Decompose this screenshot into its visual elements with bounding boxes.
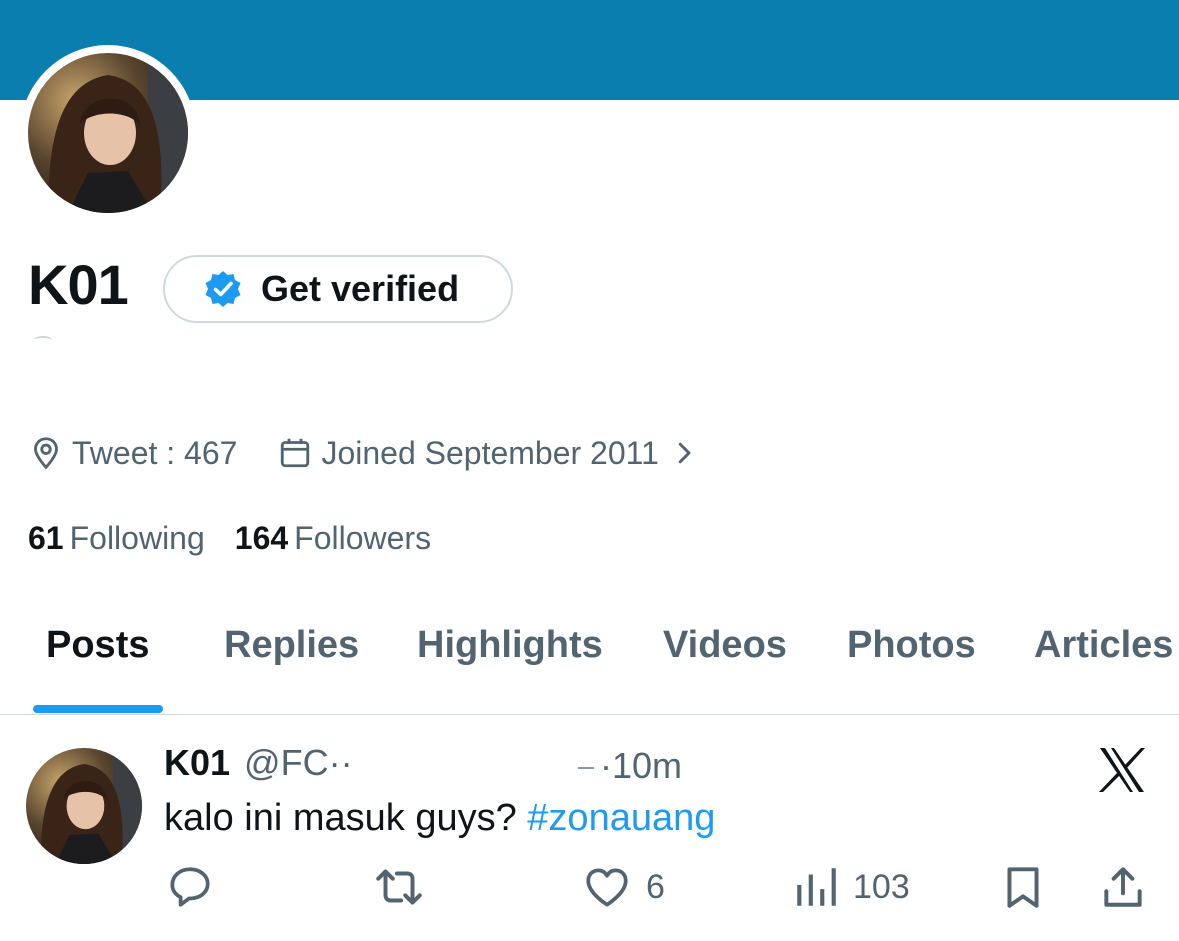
following-label: Following — [69, 520, 205, 556]
get-verified-label: Get verified — [261, 268, 460, 309]
heart-icon — [586, 868, 628, 907]
views-icon — [797, 868, 836, 906]
tweet-header: K01 @FC·· — [164, 742, 353, 784]
reply-icon — [170, 867, 210, 907]
like-count: 6 — [646, 867, 665, 906]
share-icon — [1104, 867, 1142, 907]
tab-highlights[interactable]: Highlights — [417, 624, 603, 667]
followers-link[interactable]: 164 Followers — [235, 520, 431, 557]
tweet-body: kalo ini masuk guys? — [164, 797, 528, 839]
tab-replies[interactable]: Replies — [224, 624, 359, 667]
follow-stats: 61 Following 164 Followers — [28, 520, 461, 557]
joined-item[interactable]: Joined September 2011 — [277, 435, 706, 472]
location-pin-icon — [34, 437, 58, 470]
tweet-author-handle[interactable]: @FC·· — [244, 742, 353, 784]
redacted-handle — [34, 336, 52, 344]
verified-badge-icon — [205, 271, 241, 307]
views-button[interactable]: 103 — [793, 862, 910, 912]
reply-button[interactable] — [165, 862, 215, 912]
retweet-icon — [376, 869, 422, 905]
get-verified-button[interactable]: Get verified — [163, 255, 513, 323]
retweet-button[interactable] — [372, 862, 426, 912]
calendar-icon — [281, 438, 310, 468]
active-tab-indicator — [33, 705, 163, 713]
bookmark-icon — [1007, 867, 1039, 908]
redacted-mark — [578, 767, 594, 769]
following-link[interactable]: 61 Following — [28, 520, 205, 557]
chevron-right-icon — [678, 442, 691, 464]
joined-text: Joined September 2011 — [321, 434, 659, 471]
followers-label: Followers — [294, 520, 432, 556]
tab-posts[interactable]: Posts — [46, 624, 149, 667]
tab-articles[interactable]: Articles — [1034, 624, 1173, 667]
tweet-avatar[interactable] — [26, 748, 142, 864]
tweet-hashtag[interactable]: #zonauang — [527, 797, 715, 839]
share-button[interactable] — [1098, 862, 1148, 912]
followers-count: 164 — [234, 520, 289, 556]
profile-meta: Tweet : 467 Joined September 2011 — [28, 430, 707, 476]
tweet-text: kalo ini masuk guys? #zonauang — [164, 797, 715, 840]
profile-name: K01 — [28, 253, 129, 316]
profile-tabs: Posts Replies Highlights Videos Photos A… — [0, 620, 1179, 715]
tab-photos[interactable]: Photos — [847, 624, 976, 667]
views-count: 103 — [853, 867, 910, 906]
following-count: 61 — [28, 520, 64, 556]
tweet-time[interactable]: ·10m — [600, 745, 682, 787]
like-button[interactable]: 6 — [582, 862, 665, 912]
location-item: Tweet : 467 — [28, 435, 237, 472]
bookmark-button[interactable] — [998, 862, 1048, 912]
location-text: Tweet : 467 — [72, 434, 238, 471]
profile-avatar[interactable] — [28, 53, 188, 213]
tweet-author-name[interactable]: K01 — [164, 742, 230, 784]
x-logo-icon — [1099, 748, 1145, 792]
tab-videos[interactable]: Videos — [663, 624, 787, 667]
